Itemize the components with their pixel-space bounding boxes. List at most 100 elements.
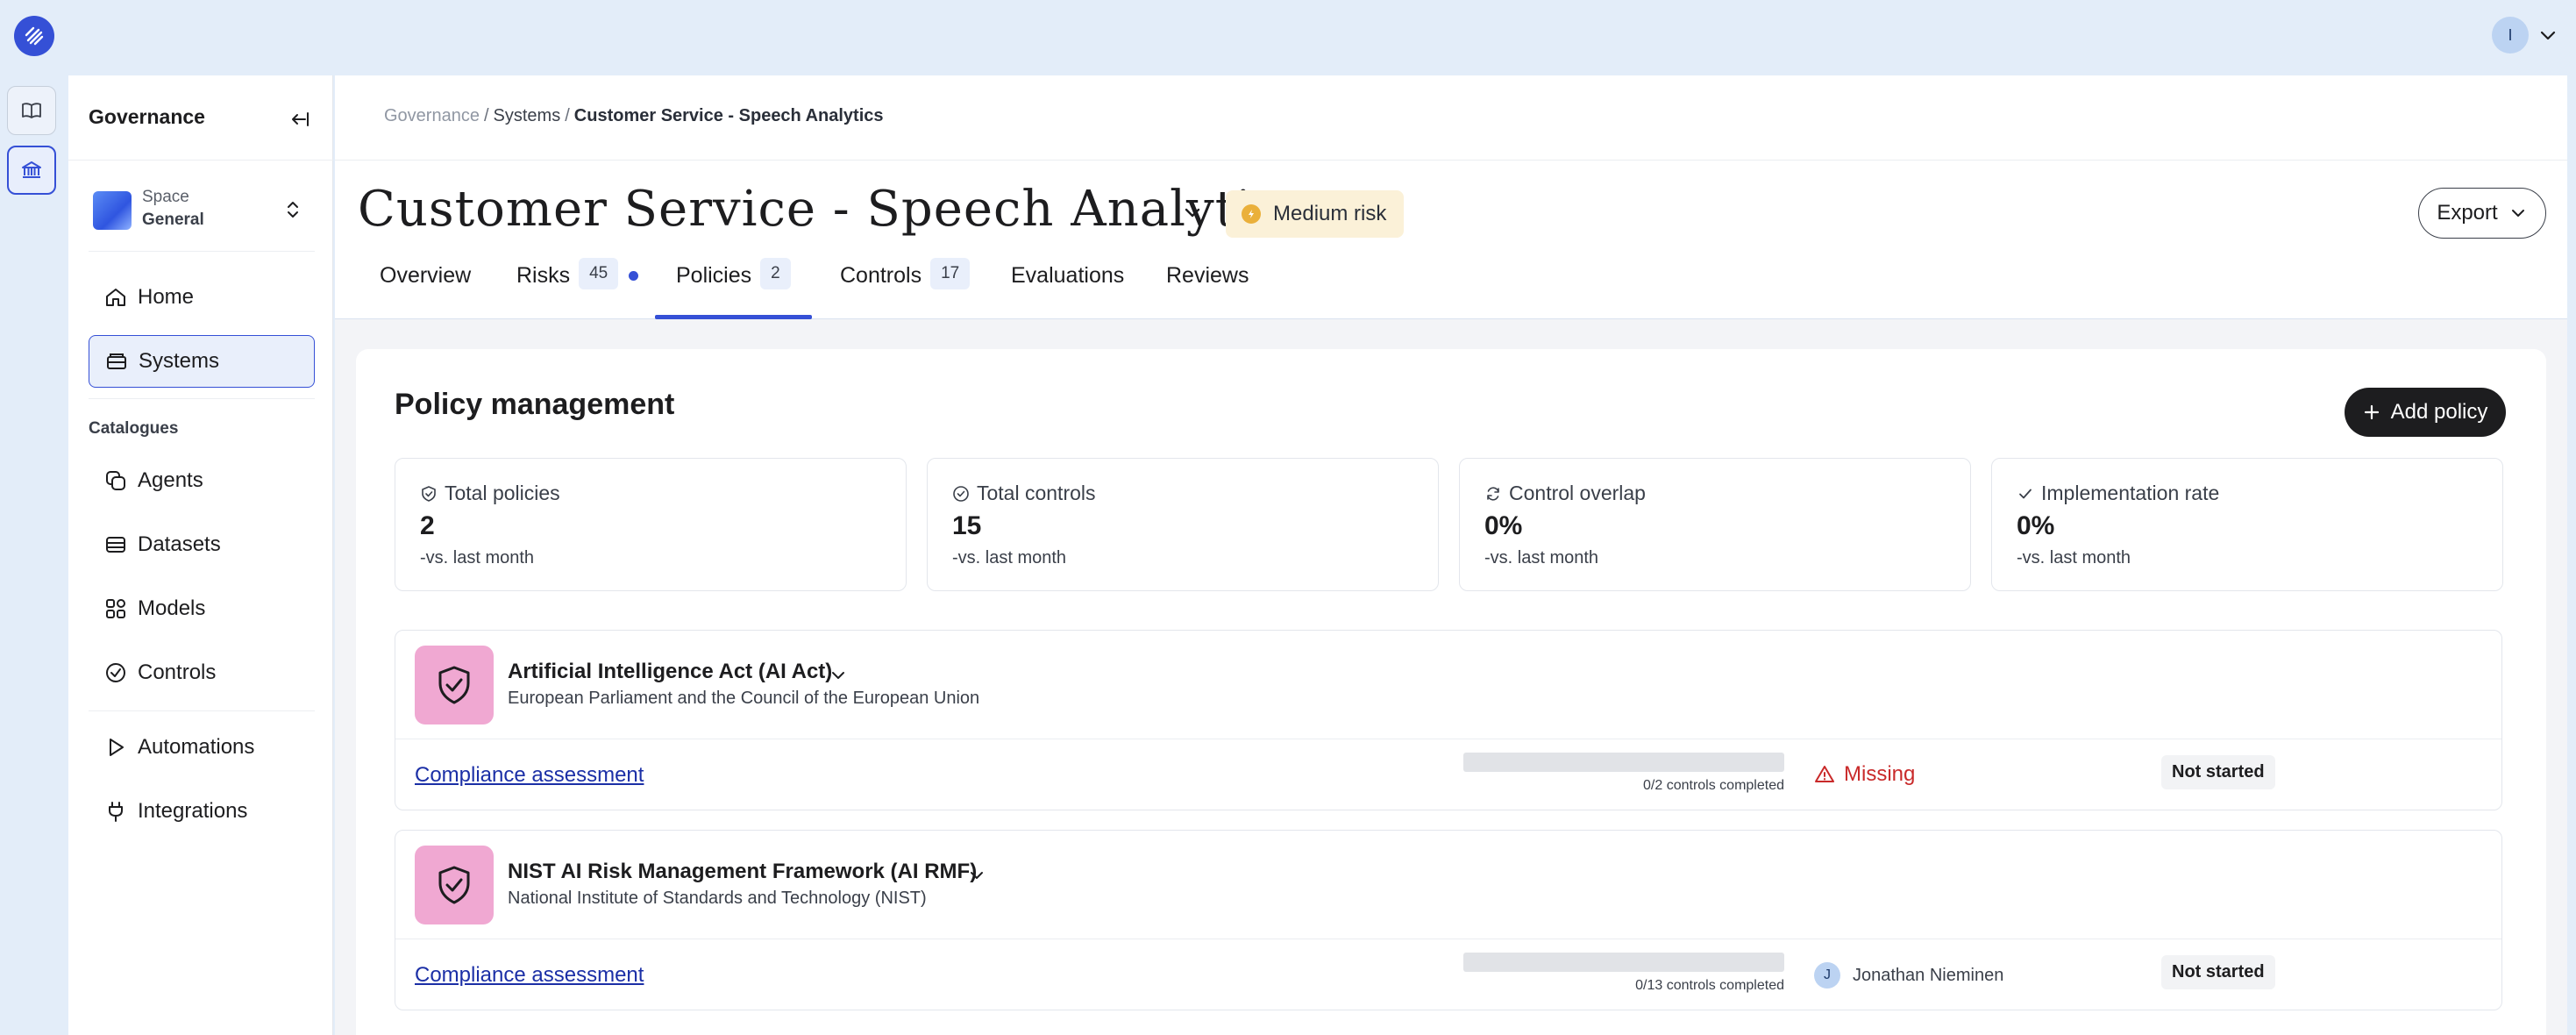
user-avatar[interactable]: I — [2492, 17, 2529, 54]
check-circle-icon — [953, 485, 969, 502]
datasets-icon — [104, 532, 131, 558]
sidebar-item-label: Datasets — [138, 532, 221, 556]
add-policy-button[interactable]: Add policy — [2345, 388, 2506, 437]
stat-card-total-policies: Total policies 2 -vs. last month — [395, 458, 907, 591]
progress-bar — [1463, 953, 1784, 972]
section-label: Catalogues — [89, 419, 179, 438]
policy-name: NIST AI Risk Management Framework (AI RM… — [508, 860, 978, 883]
sidebar-item-home[interactable]: Home — [89, 271, 315, 324]
tab-evaluations[interactable]: Evaluations — [1011, 263, 1124, 319]
sidebar-item-models[interactable]: Models — [89, 582, 315, 635]
tab-label: Evaluations — [1011, 263, 1125, 288]
avatar: J — [1814, 962, 1840, 989]
progress-text: 0/2 controls completed — [1643, 778, 1784, 793]
stat-label: Total policies — [445, 482, 560, 504]
tab-label: Policies — [676, 263, 752, 288]
tab-count-badge: 45 — [579, 258, 619, 289]
breadcrumb-parent[interactable]: Systems — [494, 106, 561, 125]
breadcrumb-separator: / — [565, 106, 570, 125]
policy-shield-icon — [415, 846, 494, 924]
progress-text: 0/13 controls completed — [1635, 978, 1784, 993]
controls-icon — [104, 660, 131, 686]
sidebar-item-agents[interactable]: Agents — [89, 454, 315, 507]
owner-name: Jonathan Nieminen — [1853, 965, 2004, 985]
tab-reviews[interactable]: Reviews — [1166, 263, 1249, 319]
policy-name: Artificial Intelligence Act (AI Act) — [508, 660, 833, 683]
breadcrumb: Governance / Systems / Customer Service - Sp… — [384, 106, 884, 126]
space-label: Space — [142, 188, 189, 206]
chevron-down-icon[interactable] — [829, 666, 848, 685]
sidebar-item-label: Controls — [138, 660, 217, 684]
main-content: Governance / Systems / Customer Service - Sp… — [335, 75, 2567, 1035]
status-missing: Missing — [1814, 762, 1915, 787]
sidebar-item-integrations[interactable]: Integrations — [89, 785, 315, 838]
sidebar-item-datasets[interactable]: Datasets — [89, 518, 315, 571]
compliance-assessment-link[interactable]: Compliance assessment — [415, 963, 644, 988]
governance-bank-icon[interactable] — [7, 146, 56, 195]
tab-label: Risks — [516, 263, 571, 288]
export-button[interactable]: Export — [2418, 188, 2546, 239]
stat-value: 0% — [2017, 511, 2055, 540]
stat-value: 0% — [1484, 511, 1523, 540]
page-title: Customer Service - Speech Analytics — [358, 181, 1307, 238]
policy-management-card: Policy management Add policy Total polic… — [356, 349, 2546, 1035]
stat-value: 15 — [952, 511, 982, 540]
home-icon — [104, 284, 131, 310]
sidebar-item-label: Home — [138, 285, 195, 309]
docs-book-icon[interactable] — [7, 86, 56, 135]
collapse-sidebar-icon[interactable] — [288, 107, 312, 132]
divider — [89, 398, 315, 399]
sidebar-item-label: Integrations — [138, 799, 248, 823]
stat-card-implementation-rate: Implementation rate 0% -vs. last month — [1991, 458, 2503, 591]
policy-owner[interactable]: J Jonathan Nieminen — [1814, 962, 2003, 989]
check-icon — [2019, 489, 2032, 498]
divider — [89, 251, 315, 252]
tab-controls[interactable]: Controls 17 — [840, 258, 971, 319]
status-badge: Not started — [2161, 955, 2275, 989]
tab-label: Controls — [840, 263, 922, 288]
stat-label: Total controls — [977, 482, 1096, 504]
chevron-down-icon[interactable] — [2537, 25, 2558, 46]
sidebar-item-controls[interactable]: Controls — [89, 646, 315, 699]
stat-card-total-controls: Total controls 15 -vs. last month — [927, 458, 1439, 591]
sidebar-item-systems[interactable]: Systems — [89, 335, 315, 388]
sidebar-item-label: Automations — [138, 735, 255, 759]
policy-organization: European Parliament and the Council of t… — [508, 689, 980, 708]
add-policy-label: Add policy — [2390, 400, 2488, 424]
section-title: Policy management — [395, 388, 675, 421]
compliance-assessment-link[interactable]: Compliance assessment — [415, 763, 644, 788]
status-badge: Not started — [2161, 755, 2275, 789]
divider — [68, 160, 333, 161]
sidebar-item-label: Models — [138, 596, 206, 620]
top-bar: I — [0, 0, 2576, 74]
agents-icon — [104, 468, 131, 494]
stat-trend: -vs. last month — [1484, 548, 1599, 567]
chevron-down-icon[interactable] — [967, 866, 986, 885]
stat-label: Control overlap — [1509, 482, 1646, 504]
chevron-down-icon[interactable] — [1180, 200, 1205, 225]
status-label: Missing — [1844, 762, 1916, 786]
tab-overview[interactable]: Overview — [380, 263, 471, 319]
tab-label: Overview — [380, 263, 472, 288]
shield-check-icon — [422, 485, 436, 502]
tab-count-badge: 2 — [760, 258, 791, 289]
tab-policies[interactable]: Policies 2 — [655, 258, 812, 319]
progress-bar — [1463, 753, 1784, 772]
app-logo-icon[interactable] — [14, 16, 54, 56]
plus-icon — [2364, 404, 2379, 420]
page-header: Governance / Systems / Customer Service - Sp… — [335, 75, 2567, 319]
tab-risks[interactable]: Risks 45 — [516, 258, 639, 319]
tab-label: Reviews — [1166, 263, 1249, 288]
space-switch-icon[interactable] — [284, 198, 302, 221]
space-icon[interactable] — [93, 191, 132, 230]
stat-label: Implementation rate — [2041, 482, 2220, 504]
policy-shield-icon — [415, 646, 494, 724]
risk-badge[interactable]: Medium risk — [1226, 190, 1405, 238]
sidebar-item-automations[interactable]: Automations — [89, 721, 315, 774]
space-name[interactable]: General — [142, 211, 204, 230]
notification-dot — [629, 271, 639, 281]
policy-card: NIST AI Risk Management Framework (AI RM… — [395, 830, 2502, 1010]
policy-card: Artificial Intelligence Act (AI Act) Eur… — [395, 630, 2502, 810]
sidebar-item-label: Agents — [138, 468, 203, 492]
breadcrumb-root[interactable]: Governance — [384, 106, 480, 125]
